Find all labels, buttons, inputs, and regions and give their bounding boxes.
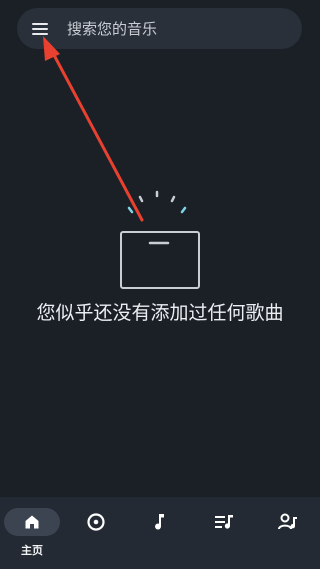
search-input[interactable] — [63, 8, 302, 49]
empty-state-message: 您似乎还没有添加过任何歌曲 — [36, 302, 284, 324]
hamburger-menu-icon — [32, 22, 48, 35]
nav-pill-playlists — [196, 508, 252, 536]
nav-pill-home — [4, 508, 60, 536]
search-bar — [17, 8, 302, 49]
artist-icon — [278, 513, 297, 530]
empty-box-icon — [120, 190, 200, 289]
bottom-navigation: 主页 — [0, 497, 320, 569]
nav-pill-albums — [68, 508, 124, 536]
nav-item-playlists[interactable] — [192, 497, 256, 569]
nav-item-artists[interactable] — [256, 497, 320, 569]
music-note-icon — [155, 514, 164, 530]
nav-pill-songs — [132, 508, 188, 536]
nav-item-songs[interactable] — [128, 497, 192, 569]
home-icon — [25, 515, 39, 529]
menu-button[interactable] — [17, 8, 63, 49]
album-disc-icon — [87, 513, 105, 531]
nav-item-albums[interactable] — [64, 497, 128, 569]
nav-label-home: 主页 — [21, 544, 43, 557]
nav-pill-artists — [260, 508, 316, 536]
playlist-icon — [215, 515, 233, 529]
nav-item-home[interactable]: 主页 — [0, 497, 64, 569]
